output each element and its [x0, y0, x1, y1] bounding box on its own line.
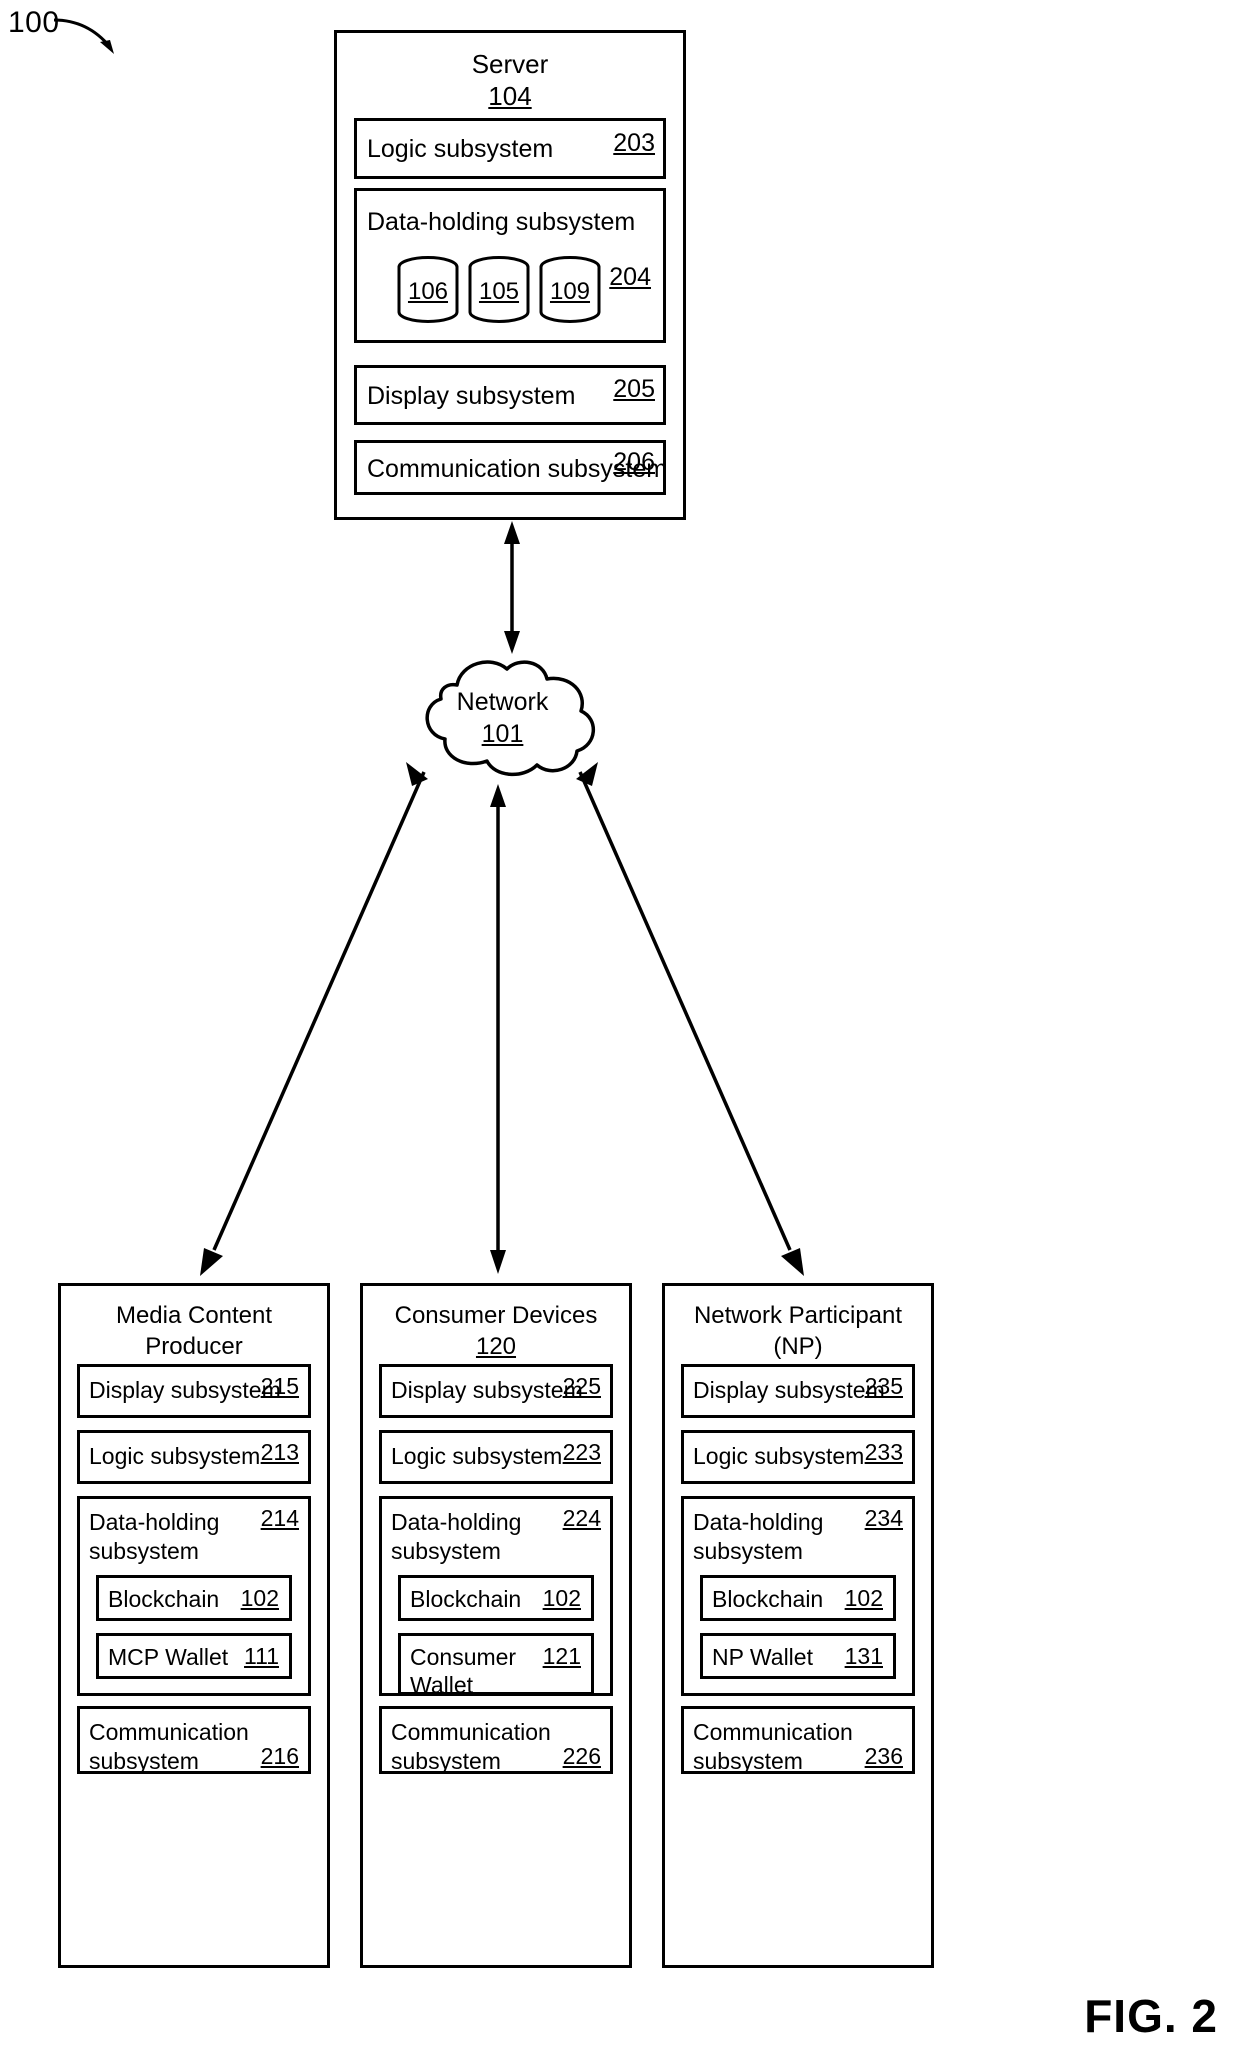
consumer-data-label-line2: subsystem	[391, 1538, 501, 1564]
np-display-subsystem-label: Display subsystem	[693, 1377, 885, 1403]
mcp-display-subsystem-reference: 215	[260, 1373, 299, 1399]
figure-caption: FIG. 2	[1084, 1990, 1218, 2042]
mcp-data-holding-subsystem-label: Data-holding subsystem	[89, 1508, 219, 1566]
database-cylinder-icon: 106	[396, 256, 460, 324]
np-devices-title-line1: Network Participant (NP)	[693, 1302, 903, 1360]
consumer-wallet-box: Consumer Wallet 121	[398, 1633, 594, 1698]
mcp-logic-subsystem: Logic subsystem 213	[77, 1430, 311, 1484]
server-logic-subsystem-label: Logic subsystem	[367, 135, 554, 163]
mcp-comm-label-line2: subsystem	[89, 1748, 199, 1774]
server-display-subsystem-label: Display subsystem	[367, 382, 576, 410]
network-cloud: Network 101	[395, 645, 610, 785]
network-label: Network	[456, 688, 549, 716]
mcp-devices-title-line1: Media Content Producer	[115, 1302, 273, 1360]
mcp-logic-subsystem-reference: 213	[260, 1439, 299, 1465]
consumer-data-label-line1: Data-holding	[391, 1509, 522, 1535]
mcp-communication-subsystem: Communication subsystem 216	[77, 1706, 311, 1774]
consumer-communication-subsystem: Communication subsystem 226	[379, 1706, 613, 1774]
consumer-display-subsystem-label: Display subsystem	[391, 1377, 583, 1403]
np-display-subsystem-reference: 235	[864, 1373, 903, 1399]
mcp-communication-subsystem-reference: 216	[260, 1743, 299, 1769]
server-data-holding-subsystem-reference: 204	[609, 263, 651, 291]
consumer-display-subsystem-reference: 225	[562, 1373, 601, 1399]
consumer-devices-reference: 120	[475, 1333, 517, 1360]
consumer-data-holding-subsystem-reference: 224	[562, 1505, 601, 1531]
server-reference: 104	[488, 81, 532, 111]
np-data-holding-subsystem-reference: 234	[864, 1505, 903, 1531]
server-data-holding-subsystem-label: Data-holding subsystem	[367, 208, 636, 236]
np-comm-label-line1: Communication	[693, 1719, 853, 1745]
mcp-wallet-label: MCP Wallet	[108, 1644, 229, 1670]
mcp-data-label-line1: Data-holding	[89, 1509, 220, 1535]
database-cylinder-reference: 106	[407, 278, 449, 305]
server-display-subsystem-reference: 205	[613, 375, 655, 403]
np-logic-subsystem: Logic subsystem 233	[681, 1430, 915, 1484]
system-reference-arrow-icon	[53, 18, 114, 54]
np-communication-subsystem-label: Communication subsystem	[693, 1718, 853, 1776]
server-communication-subsystem-reference: 206	[613, 448, 655, 476]
np-data-label-line1: Data-holding	[693, 1509, 824, 1535]
consumer-logic-subsystem: Logic subsystem 223	[379, 1430, 613, 1484]
np-wallet-box: NP Wallet 131	[700, 1633, 896, 1679]
np-devices-box: Network Participant (NP) Devices 130 Dis…	[662, 1283, 934, 1968]
consumer-comm-label-line2: subsystem	[391, 1748, 501, 1774]
mcp-blockchain-box: Blockchain 102	[96, 1575, 292, 1621]
np-blockchain-reference: 102	[844, 1585, 883, 1611]
mcp-display-subsystem: Display subsystem 215	[77, 1364, 311, 1418]
np-data-holding-subsystem-label: Data-holding subsystem	[693, 1508, 823, 1566]
consumer-devices-title: Consumer Devices 120	[369, 1300, 623, 1362]
consumer-logic-subsystem-label: Logic subsystem	[391, 1443, 563, 1469]
np-logic-subsystem-label: Logic subsystem	[693, 1443, 865, 1469]
server-display-subsystem: Display subsystem 205	[354, 365, 666, 425]
mcp-wallet-box: MCP Wallet 111	[96, 1633, 292, 1679]
np-blockchain-label: Blockchain	[712, 1586, 824, 1612]
np-data-holding-subsystem: Data-holding subsystem 234 Blockchain 10…	[681, 1496, 915, 1696]
server-title: Server	[471, 49, 549, 79]
consumer-devices-box: Consumer Devices 120 Display subsystem 2…	[360, 1283, 632, 1968]
consumer-data-holding-subsystem-label: Data-holding subsystem	[391, 1508, 521, 1566]
consumer-comm-label-line1: Communication	[391, 1719, 551, 1745]
mcp-data-holding-subsystem-reference: 214	[260, 1505, 299, 1531]
database-cylinder-reference: 109	[549, 278, 591, 305]
consumer-devices-title-line1: Consumer Devices	[394, 1302, 598, 1329]
consumer-data-holding-subsystem: Data-holding subsystem 224 Blockchain 10…	[379, 1496, 613, 1698]
np-blockchain-box: Blockchain 102	[700, 1575, 896, 1621]
database-cylinder-icon: 109	[538, 256, 602, 324]
mcp-devices-box: Media Content Producer (MCP) Devices 110…	[58, 1283, 330, 1968]
server-logic-subsystem: Logic subsystem 203	[354, 118, 666, 179]
consumer-blockchain-box: Blockchain 102	[398, 1575, 594, 1621]
np-comm-label-line2: subsystem	[693, 1748, 803, 1774]
mcp-data-holding-subsystem: Data-holding subsystem 214 Blockchain 10…	[77, 1496, 311, 1696]
np-wallet-label: NP Wallet	[712, 1644, 813, 1670]
mcp-logic-subsystem-label: Logic subsystem	[89, 1443, 261, 1469]
network-reference: 101	[481, 720, 524, 748]
mcp-blockchain-reference: 102	[240, 1585, 279, 1611]
consumer-display-subsystem: Display subsystem 225	[379, 1364, 613, 1418]
mcp-comm-label-line1: Communication	[89, 1719, 249, 1745]
np-data-label-line2: subsystem	[693, 1538, 803, 1564]
database-cylinder-icon: 105	[467, 256, 531, 324]
consumer-communication-subsystem-reference: 226	[562, 1743, 601, 1769]
consumer-wallet-reference: 121	[542, 1643, 581, 1669]
np-communication-subsystem: Communication subsystem 236	[681, 1706, 915, 1774]
consumer-logic-subsystem-reference: 223	[562, 1439, 601, 1465]
server-logic-subsystem-reference: 203	[613, 129, 655, 157]
np-display-subsystem: Display subsystem 235	[681, 1364, 915, 1418]
mcp-data-label-line2: subsystem	[89, 1538, 199, 1564]
mcp-wallet-reference: 111	[244, 1643, 279, 1669]
consumer-wallet-label: Consumer Wallet	[410, 1644, 517, 1698]
mcp-display-subsystem-label: Display subsystem	[89, 1377, 281, 1403]
consumer-blockchain-label: Blockchain	[410, 1586, 522, 1612]
np-logic-subsystem-reference: 233	[864, 1439, 903, 1465]
database-cylinder-reference: 105	[478, 278, 520, 305]
mcp-communication-subsystem-label: Communication subsystem	[89, 1718, 249, 1776]
mcp-blockchain-label: Blockchain	[108, 1586, 220, 1612]
np-communication-subsystem-reference: 236	[864, 1743, 903, 1769]
consumer-communication-subsystem-label: Communication subsystem	[391, 1718, 551, 1776]
server-communication-subsystem: Communication subsystem 206	[354, 440, 667, 495]
np-wallet-reference: 131	[844, 1643, 883, 1669]
consumer-blockchain-reference: 102	[542, 1585, 581, 1611]
